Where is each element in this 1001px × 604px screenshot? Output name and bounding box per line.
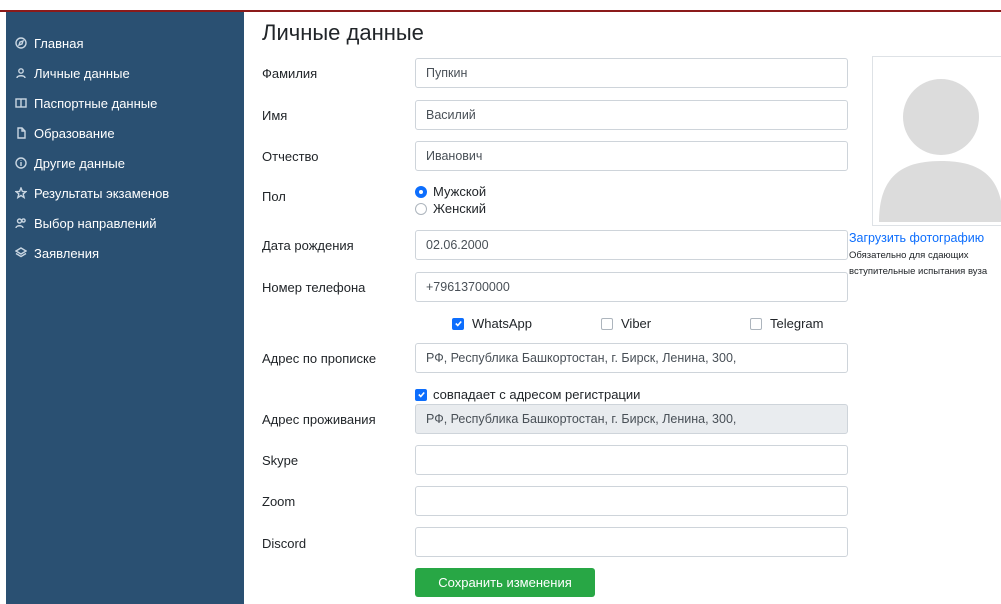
book-icon: [14, 96, 28, 110]
info-icon: [14, 156, 28, 170]
zoom-input[interactable]: [415, 486, 848, 516]
radio-label: Женский: [433, 201, 486, 216]
checkbox-unchecked: [750, 317, 762, 330]
whatsapp-checkbox[interactable]: WhatsApp: [452, 316, 532, 331]
skype-input[interactable]: [415, 445, 848, 475]
sidebar-item-label: Образование: [34, 125, 115, 141]
gender-male-radio[interactable]: Мужской: [415, 184, 486, 199]
sidebar-item-label: Выбор направлений: [34, 215, 157, 231]
birthdate-label: Дата рождения: [262, 238, 354, 253]
sidebar-item-label: Другие данные: [34, 155, 125, 171]
sidebar-item-personal[interactable]: Личные данные: [6, 58, 244, 88]
radio-checked: [415, 185, 427, 198]
discord-label: Discord: [262, 536, 307, 551]
users-icon: [14, 216, 28, 230]
live-address-input: РФ, Республика Башкортостан, г. Бирск, Л…: [415, 404, 848, 434]
compass-icon: [14, 36, 28, 50]
sidebar-item-label: Главная: [34, 35, 84, 51]
checkbox-label: WhatsApp: [472, 316, 532, 331]
layers-icon: [14, 246, 28, 260]
sidebar-item-other[interactable]: Другие данные: [6, 148, 244, 178]
radio-label: Мужской: [433, 184, 487, 199]
main-content: Личные данные Фамилия Пупкин Имя Василий…: [244, 12, 1001, 604]
live-address-label: Адрес проживания: [262, 412, 376, 427]
sidebar-item-label: Паспортные данные: [34, 95, 158, 111]
checkbox-label: Telegram: [770, 316, 824, 331]
sidebar-item-education[interactable]: Образование: [6, 118, 244, 148]
top-bar: [0, 0, 1001, 12]
checkbox-checked: [452, 317, 464, 330]
patronymic-label: Отчество: [262, 149, 319, 164]
checkbox-checked: [415, 388, 427, 401]
discord-input[interactable]: [415, 527, 848, 557]
gender-female-radio[interactable]: Женский: [415, 201, 486, 216]
person-silhouette-icon: [879, 79, 1001, 222]
checkbox-label: совпадает с адресом регистрации: [433, 387, 641, 402]
name-label: Имя: [262, 108, 288, 123]
user-icon: [14, 66, 28, 80]
surname-input[interactable]: Пупкин: [415, 58, 848, 88]
surname-label: Фамилия: [262, 66, 318, 81]
sidebar-item-passport[interactable]: Паспортные данные: [6, 88, 244, 118]
birthdate-input[interactable]: 02.06.2000: [415, 230, 848, 260]
name-input[interactable]: Василий: [415, 100, 848, 130]
sidebar-item-label: Результаты экзаменов: [34, 185, 170, 201]
checkbox-label: Viber: [621, 316, 652, 331]
telegram-checkbox[interactable]: Telegram: [750, 316, 823, 331]
sidebar-item-label: Заявления: [34, 245, 100, 261]
patronymic-input[interactable]: Иванович: [415, 141, 848, 171]
photo-note: Обязательно для сдающих вступительные ис…: [849, 250, 988, 277]
avatar-placeholder: [872, 56, 1001, 226]
file-icon: [14, 126, 28, 140]
gender-label: Пол: [262, 189, 286, 204]
same-address-checkbox[interactable]: совпадает с адресом регистрации: [415, 387, 640, 402]
sidebar: Главная Личные данные Паспортные данные …: [6, 12, 244, 604]
phone-label: Номер телефона: [262, 280, 366, 295]
page-title: Личные данные: [262, 20, 424, 45]
reg-address-label: Адрес по прописке: [262, 351, 377, 366]
reg-address-input[interactable]: РФ, Республика Башкортостан, г. Бирск, Л…: [415, 343, 848, 373]
save-button[interactable]: Сохранить изменения: [415, 568, 595, 597]
viber-checkbox[interactable]: Viber: [601, 316, 651, 331]
radio-unchecked: [415, 202, 427, 215]
sidebar-item-applications[interactable]: Заявления: [6, 238, 244, 268]
sidebar-item-label: Личные данные: [34, 65, 130, 81]
sidebar-item-exams[interactable]: Результаты экзаменов: [6, 178, 244, 208]
phone-input[interactable]: +79613700000: [415, 272, 848, 302]
checkbox-unchecked: [601, 317, 613, 330]
upload-photo-link[interactable]: Загрузить фотографию: [849, 231, 984, 245]
zoom-label: Zoom: [262, 494, 296, 509]
star-icon: [14, 186, 28, 200]
sidebar-item-directions[interactable]: Выбор направлений: [6, 208, 244, 238]
sidebar-item-home[interactable]: Главная: [6, 28, 244, 58]
skype-label: Skype: [262, 453, 299, 468]
